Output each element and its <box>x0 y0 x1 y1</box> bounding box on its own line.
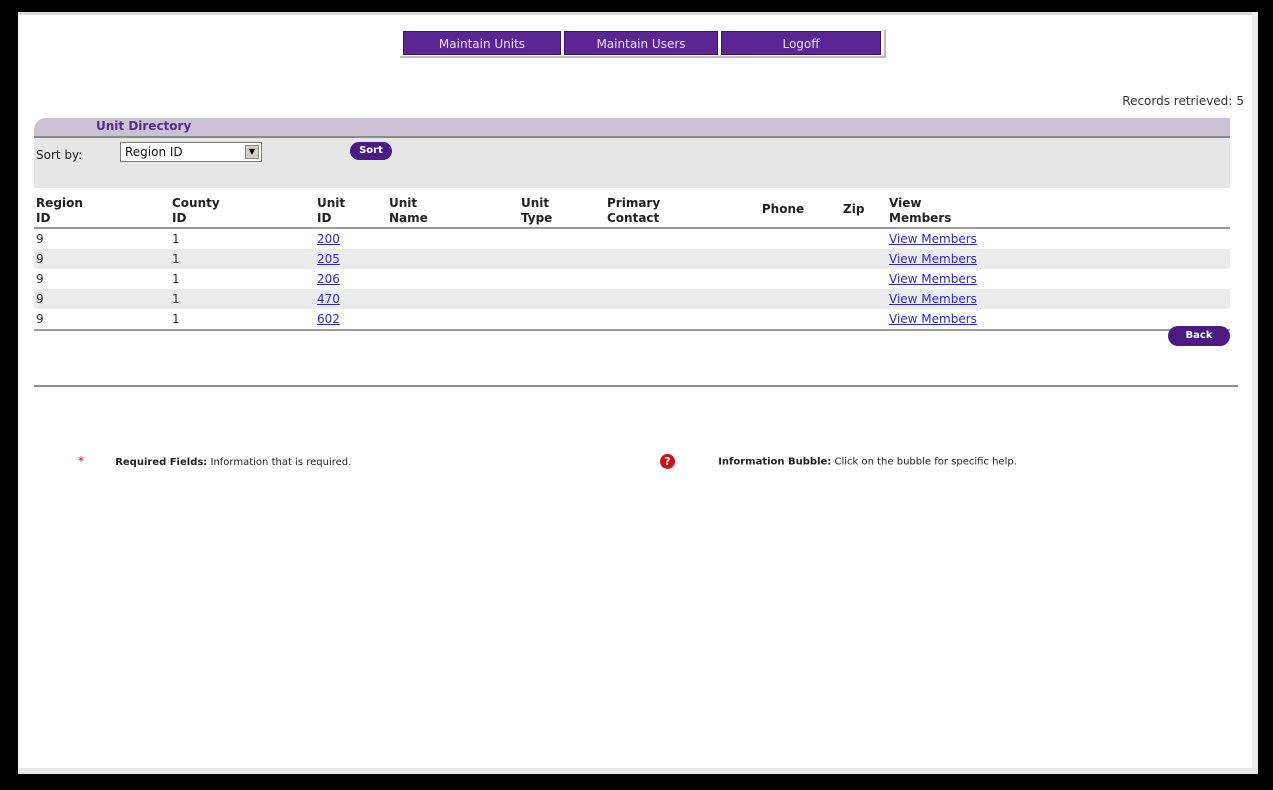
cell-phone <box>723 269 841 289</box>
cell-zip <box>841 309 887 331</box>
cell-unit-type <box>519 228 605 249</box>
cell-unit-name <box>387 228 519 249</box>
col-unit-name[interactable]: Unit Name <box>387 192 519 229</box>
required-fields-label: Required Fields: <box>115 457 208 468</box>
cell-zip <box>841 228 887 249</box>
cell-unit-type <box>519 269 605 289</box>
cell-unit-id: 602 <box>315 309 387 331</box>
cell-primary-contact <box>605 269 723 289</box>
required-fields-text: Information that is required. <box>210 457 352 468</box>
cell-phone <box>723 249 841 269</box>
cell-unit-type <box>519 309 605 331</box>
cell-zip <box>841 269 887 289</box>
view-members-link[interactable]: View Members <box>889 292 977 306</box>
cell-primary-contact <box>605 309 723 331</box>
unit-id-link[interactable]: 470 <box>317 292 340 306</box>
information-bubble-legend: ? Information Bubble: Click on the bubbl… <box>660 454 1017 469</box>
sort-button[interactable]: Sort <box>350 142 392 160</box>
unit-directory-header: Unit Directory <box>34 118 1230 138</box>
cell-primary-contact <box>605 249 723 269</box>
table-row: 9 1 206 View Members <box>34 269 1230 289</box>
cell-unit-type <box>519 289 605 309</box>
cell-region-id: 9 <box>34 289 170 309</box>
records-label: Records retrieved: <box>1122 94 1233 108</box>
view-members-link[interactable]: View Members <box>889 272 977 286</box>
cell-region-id: 9 <box>34 249 170 269</box>
sort-panel: Sort by: Region ID ▼ Sort <box>34 138 1230 188</box>
unit-id-link[interactable]: 206 <box>317 272 340 286</box>
sort-by-label: Sort by: <box>36 148 83 162</box>
cell-view-members: View Members <box>887 249 1230 269</box>
page: Maintain Units Maintain Users Logoff Rec… <box>18 12 1258 774</box>
main-nav: Maintain Units Maintain Users Logoff <box>400 30 886 58</box>
table-row: 9 1 470 View Members <box>34 289 1230 309</box>
col-primary-contact[interactable]: Primary Contact <box>605 192 723 229</box>
view-members-link[interactable]: View Members <box>889 252 977 266</box>
cell-view-members: View Members <box>887 269 1230 289</box>
table-row: 9 1 205 View Members <box>34 249 1230 269</box>
unit-id-link[interactable]: 205 <box>317 252 340 266</box>
table-row: 9 1 200 View Members <box>34 228 1230 249</box>
unit-id-link[interactable]: 602 <box>317 312 340 326</box>
required-star-icon: * <box>78 454 84 468</box>
cell-unit-id: 206 <box>315 269 387 289</box>
divider <box>34 385 1238 387</box>
cell-unit-type <box>519 249 605 269</box>
right-border <box>1252 12 1258 774</box>
information-bubble-label: Information Bubble: <box>718 456 832 468</box>
col-phone[interactable]: Phone <box>723 192 841 229</box>
cell-unit-id: 470 <box>315 289 387 309</box>
cell-phone <box>723 289 841 309</box>
col-view-members[interactable]: View Members <box>887 192 1230 229</box>
cell-unit-name <box>387 309 519 331</box>
cell-primary-contact <box>605 228 723 249</box>
cell-primary-contact <box>605 289 723 309</box>
col-zip[interactable]: Zip <box>841 192 887 229</box>
logoff-button[interactable]: Logoff <box>721 31 881 55</box>
information-bubble-text: Click on the bubble for specific help. <box>834 456 1017 468</box>
cell-unit-id: 200 <box>315 228 387 249</box>
cell-unit-name <box>387 249 519 269</box>
cell-unit-name <box>387 289 519 309</box>
col-unit-id[interactable]: Unit ID <box>315 192 387 229</box>
unit-id-link[interactable]: 200 <box>317 232 340 246</box>
cell-unit-id: 205 <box>315 249 387 269</box>
unit-directory-title: Unit Directory <box>96 119 192 133</box>
sort-by-value: Region ID <box>125 145 183 159</box>
sort-by-select[interactable]: Region ID ▼ <box>120 142 262 162</box>
maintain-units-button[interactable]: Maintain Units <box>403 31 561 55</box>
table-row: 9 1 602 View Members <box>34 309 1230 331</box>
col-county-id[interactable]: County ID <box>170 192 315 229</box>
cell-county-id: 1 <box>172 272 180 286</box>
back-button[interactable]: Back <box>1168 326 1230 346</box>
cell-region-id: 9 <box>36 232 44 246</box>
required-fields-legend: * Required Fields: Information that is r… <box>78 454 351 468</box>
records-count: 5 <box>1236 94 1244 108</box>
cell-county-id: 1 <box>170 249 315 269</box>
cell-county-id: 1 <box>170 289 315 309</box>
chevron-down-icon[interactable]: ▼ <box>245 145 259 159</box>
table-header-row: Region ID County ID Unit ID Unit Name Unit Ty… <box>34 192 1230 229</box>
cell-county-id: 1 <box>170 309 315 331</box>
cell-zip <box>841 289 887 309</box>
cell-phone <box>723 309 841 331</box>
bottom-border <box>18 768 1258 774</box>
cell-phone <box>723 228 841 249</box>
cell-unit-name <box>387 269 519 289</box>
info-bubble-icon[interactable]: ? <box>660 454 675 469</box>
cell-region-id: 9 <box>34 309 170 331</box>
top-border <box>18 12 1258 15</box>
cell-view-members: View Members <box>887 228 1230 249</box>
cell-county-id: 1 <box>172 232 180 246</box>
unit-table: Region ID County ID Unit ID Unit Name Unit Ty… <box>34 192 1230 331</box>
col-unit-type[interactable]: Unit Type <box>519 192 605 229</box>
view-members-link[interactable]: View Members <box>889 312 977 326</box>
cell-region-id: 9 <box>36 272 44 286</box>
col-region-id[interactable]: Region ID <box>34 192 170 229</box>
view-members-link[interactable]: View Members <box>889 232 977 246</box>
maintain-users-button[interactable]: Maintain Users <box>564 31 718 55</box>
records-retrieved: Records retrieved: 5 <box>1118 94 1244 108</box>
cell-zip <box>841 249 887 269</box>
cell-view-members: View Members <box>887 289 1230 309</box>
